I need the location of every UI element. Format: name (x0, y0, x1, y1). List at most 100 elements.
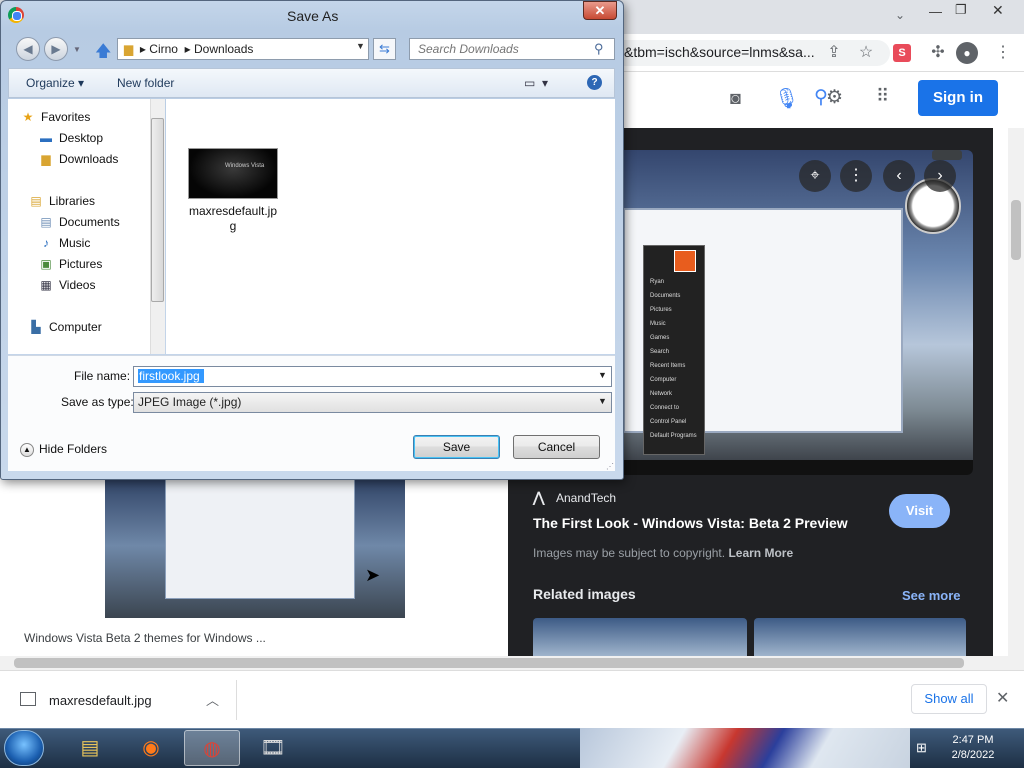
maximize-icon[interactable]: ❐ (955, 2, 967, 18)
search-icon[interactable]: ⚲ (594, 41, 604, 57)
tab-search-chevron-icon[interactable]: ⌄ (895, 8, 905, 22)
organize-button[interactable]: Organize ▾ (26, 76, 84, 90)
breadcrumb-cirno[interactable]: Cirno (149, 42, 178, 56)
nav-downloads[interactable]: ▆ Downloads (38, 152, 118, 172)
share-icon[interactable]: ⇪ (821, 40, 847, 66)
image-title[interactable]: The First Look - Windows Vista: Beta 2 P… (533, 515, 848, 531)
sign-in-button[interactable]: Sign in (918, 80, 998, 116)
address-bar[interactable]: &tbm=isch&source=lnms&sa... (618, 40, 890, 66)
up-arrow-icon[interactable]: 🡅 (95, 40, 111, 67)
media-taskbar-icon[interactable]: 🎞 (245, 730, 301, 766)
related-image[interactable] (533, 618, 747, 656)
save-button[interactable]: Save (413, 435, 500, 459)
file-name-box[interactable] (133, 366, 612, 387)
anandtech-logo-icon: ⋀ (533, 489, 545, 505)
file-thumbnail[interactable]: Windows Vista (188, 148, 278, 199)
minimize-icon[interactable]: — (929, 4, 942, 19)
nav-pane-scroll-thumb[interactable] (151, 118, 164, 302)
cancel-button[interactable]: Cancel (513, 435, 600, 459)
explorer-taskbar-icon[interactable]: ▤ (62, 730, 118, 766)
pictures-icon: ▣ (40, 257, 52, 271)
breadcrumb-downloads[interactable]: Downloads (194, 42, 253, 56)
forward-button[interactable]: ▶ (44, 37, 68, 61)
nav-music[interactable]: ♪ Music (38, 236, 90, 256)
previous-icon[interactable]: ‹ (883, 160, 915, 192)
nav-libraries[interactable]: ▤ Libraries (28, 194, 95, 214)
file-name-input[interactable] (138, 369, 204, 383)
profile-avatar-icon[interactable]: ● (956, 42, 978, 64)
downloads-folder-icon: ▆ (41, 152, 51, 166)
download-chevron-up-icon[interactable]: ︿ (206, 690, 219, 709)
videos-icon: ▦ (40, 278, 52, 292)
chrome-menu-icon[interactable]: ⋮ (990, 40, 1016, 66)
nav-videos[interactable]: ▦ Videos (38, 278, 95, 298)
next-icon[interactable]: › (924, 160, 956, 192)
new-folder-button[interactable]: New folder (117, 76, 174, 90)
wallpaper-strip (580, 728, 910, 768)
download-shelf (0, 670, 1024, 728)
result-caption[interactable]: Windows Vista Beta 2 themes for Windows … (24, 631, 266, 645)
lens-overlay-icon[interactable]: ⌖ (799, 160, 831, 192)
see-more-link[interactable]: See more (902, 588, 961, 603)
help-icon[interactable]: ? (587, 75, 602, 90)
back-button[interactable]: ◀ (16, 37, 40, 61)
nav-favorites[interactable]: ★ Favorites (20, 110, 91, 130)
save-type-select[interactable]: JPEG Image (*.jpg) (133, 392, 612, 413)
show-all-button[interactable]: Show all (911, 684, 987, 714)
page-vertical-scroll-thumb[interactable] (1011, 200, 1021, 260)
chrome-logo-icon (8, 7, 24, 23)
file-name-dropdown-icon[interactable]: ▼ (598, 370, 607, 380)
folder-icon: ▆ (124, 42, 134, 56)
bookmark-star-icon[interactable]: ☆ (853, 40, 879, 66)
documents-icon: ▤ (40, 215, 52, 229)
copyright-notice: Images may be subject to copyright. Lear… (533, 546, 794, 560)
resize-grip-icon[interactable]: ⋰ (606, 462, 614, 471)
system-clock[interactable]: 2:47 PM 2/8/2022 (938, 733, 1008, 763)
dialog-close-button[interactable]: ✕ (583, 1, 617, 20)
window-close-icon[interactable]: ✕ (992, 2, 1004, 19)
address-dropdown-icon[interactable]: ▼ (356, 41, 365, 51)
hide-folders-toggle[interactable]: ▲ Hide Folders (20, 442, 107, 457)
breadcrumb-bar[interactable]: ▆ ▸ Cirno ▸ Downloads (117, 38, 369, 60)
nav-pictures[interactable]: ▣ Pictures (38, 257, 102, 277)
settings-gear-icon[interactable]: ⚙ (826, 86, 843, 109)
more-options-icon[interactable]: ⋮ (840, 160, 872, 192)
refresh-icon[interactable]: ⇆ (373, 38, 396, 60)
nav-desktop[interactable]: ▬ Desktop (38, 131, 103, 151)
save-type-label: Save as type: (61, 395, 134, 409)
download-divider (236, 680, 237, 720)
learn-more-link[interactable]: Learn More (728, 546, 793, 560)
mouse-cursor-icon: ➤ (365, 565, 381, 585)
microphone-icon[interactable]: 🎙 (774, 86, 799, 111)
music-icon: ♪ (43, 236, 49, 250)
related-image[interactable] (754, 618, 966, 656)
search-box[interactable] (409, 38, 615, 60)
file-name-field-label: File name: (74, 369, 131, 383)
apps-grid-icon[interactable]: ⠿ (876, 86, 889, 107)
nav-computer[interactable]: ▙ Computer (28, 320, 101, 340)
related-images-heading: Related images (533, 586, 636, 602)
extensions-puzzle-icon[interactable]: ✣ (925, 40, 951, 66)
extension-s-icon[interactable]: S (893, 44, 911, 62)
result-thumbnail[interactable] (105, 474, 405, 618)
firefox-taskbar-icon[interactable]: ◉ (123, 730, 179, 766)
libraries-icon: ▤ (30, 194, 42, 208)
source-name[interactable]: AnandTech (556, 491, 616, 505)
nav-documents[interactable]: ▤ Documents (38, 215, 119, 235)
recent-locations-chevron-icon[interactable]: ▼ (73, 45, 81, 54)
change-view-icon[interactable]: ▭ ▾ (524, 76, 548, 90)
close-panel-icon[interactable] (932, 150, 962, 160)
chrome-taskbar-icon[interactable]: ◍ (184, 730, 240, 766)
image-file-icon (20, 692, 36, 706)
chevron-up-icon: ▲ (20, 442, 34, 457)
camera-icon[interactable]: ◙ (730, 88, 741, 109)
page-horizontal-scroll-thumb[interactable] (14, 658, 964, 668)
save-type-dropdown-icon[interactable]: ▼ (598, 396, 607, 406)
start-orb-icon[interactable] (4, 730, 44, 766)
download-item-name[interactable]: maxresdefault.jpg (49, 693, 152, 708)
search-input[interactable] (418, 42, 588, 56)
network-tray-icon[interactable]: ⊞ (916, 740, 927, 756)
visit-button[interactable]: Visit (889, 494, 950, 528)
download-shelf-close-icon[interactable]: ✕ (996, 688, 1009, 708)
file-name-label[interactable]: maxresdefault.jpg (188, 204, 278, 234)
